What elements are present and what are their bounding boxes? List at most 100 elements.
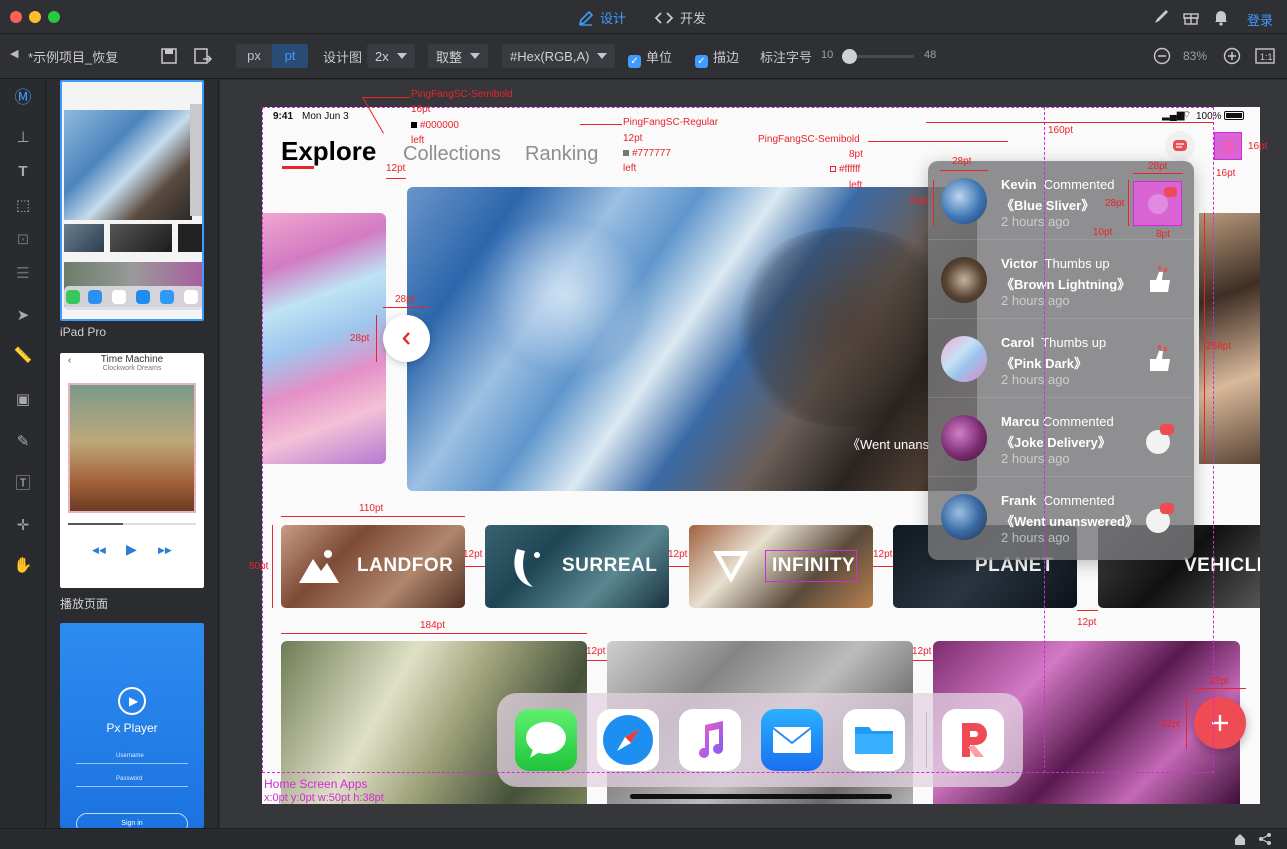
project-name[interactable]: *示例项目_恢复 [28,47,118,66]
font-size-slider[interactable] [842,49,914,64]
cursor-icon[interactable]: ➤ [13,306,33,326]
scale-value: 2x [375,48,389,64]
notification-thumbnail [1133,181,1182,226]
fit-screen-icon[interactable]: 1:1 [1255,47,1275,65]
crosshair-icon[interactable]: ✛ [13,516,33,536]
notification-time: 2 hours ago [1001,293,1070,308]
add-fab-button[interactable] [1194,697,1246,749]
pixso-app[interactable] [942,709,1004,771]
align-icon[interactable]: ⊥ [13,128,33,148]
thumb-dock-app [184,290,198,304]
eyedropper-icon[interactable]: ✎ [13,432,33,452]
envelope-icon [772,727,812,753]
hero-image-main[interactable]: 《Went unans [407,187,977,491]
font-annotation-align: left [849,180,863,191]
measure-label: 160pt [1048,125,1074,136]
music-app[interactable] [679,709,741,771]
thumb-signin-label: Sign in [121,820,143,827]
notification-item[interactable]: Carol Thumbs up 《Pink Dark》 2 hours ago [928,319,1194,398]
measure-line [386,178,406,179]
measure-label: 12pt [586,646,606,657]
carousel-prev-button[interactable] [383,315,430,362]
close-window-button[interactable] [10,11,22,23]
design-label: 设计图 [323,50,363,65]
zoom-out-icon[interactable] [1153,47,1171,65]
tool-rail: Ⓜ ⊥ T ⬚ ⊡ ☰ ➤ 📏 ▣ ✎ 🅃 ✛ ✋ [0,80,46,828]
tab-explore[interactable]: Explore [281,136,376,167]
gift-icon[interactable] [1182,8,1200,26]
messages-app[interactable] [515,709,577,771]
round-select[interactable]: 取整 [428,44,489,68]
save-icon[interactable] [160,47,178,65]
files-app[interactable] [843,709,905,771]
zoom-level: 83% [1183,49,1208,63]
page-thumb-login[interactable]: ▶ Px Player Username Password Sign in [60,623,204,828]
title-bar: 设计 开发 登录 [0,0,1287,34]
minimize-window-button[interactable] [29,11,41,23]
ruler-icon[interactable]: 📏 [13,346,33,366]
scale-select[interactable]: 2x [367,44,415,68]
slider-handle[interactable] [842,49,857,64]
selected-avatar-swatch[interactable] [1214,132,1242,160]
logo-p-icon [962,723,987,757]
guide-line [1044,107,1045,773]
measure-line [1186,697,1187,749]
back-chevron-icon[interactable]: ◀ [10,47,18,60]
notification-time: 2 hours ago [1001,530,1070,545]
brush-icon[interactable] [1152,8,1170,26]
hero-card-right[interactable] [1199,213,1260,464]
mail-app[interactable] [761,709,823,771]
measure-label: 8pt [1156,229,1170,240]
list-icon[interactable]: ☰ [13,264,33,284]
bell-icon[interactable] [1212,8,1230,26]
svg-text:1:1: 1:1 [1260,52,1273,62]
notification-item[interactable]: Marcu Commented 《Joke Delivery》 2 hours … [928,398,1194,477]
unit-pt-button[interactable]: pt [272,44,308,68]
tab-develop[interactable]: 开发 [654,8,706,27]
color-swatch [623,150,629,156]
notification-button[interactable] [1165,131,1195,161]
notification-item[interactable]: Victor Thumbs up 《Brown Lightning》 2 hou… [928,240,1194,319]
hand-icon[interactable]: ✋ [13,556,33,576]
component-icon[interactable]: ⊡ [13,230,33,250]
login-button[interactable]: 登录 [1247,10,1273,29]
category-card-infinity[interactable]: INFINITY [689,525,873,608]
page-thumb-player[interactable]: ‹ Time Machine Clockwork Dreams ◀◀ ▶ ▶▶ [60,353,204,588]
unit-checkbox-label: 单位 [646,50,673,65]
color-format-select[interactable]: #Hex(RGB,A) [502,44,616,68]
unit-px-button[interactable]: px [236,44,272,68]
frame-icon[interactable]: ⬚ [13,196,33,216]
thumb-dock [64,286,202,310]
category-card-surreal[interactable]: SURREAL [485,525,669,608]
thumb-card [178,224,202,252]
tab-collections[interactable]: Collections [403,143,501,166]
slice-icon[interactable]: ▣ [13,390,33,410]
measure-line [669,566,689,567]
leader-line [362,97,410,98]
share-icon[interactable] [1258,832,1272,846]
tab-ranking[interactable]: Ranking [525,143,598,166]
unit-checkbox[interactable]: ✓ 单位 [628,47,672,68]
text-tool-icon[interactable]: T [13,162,33,182]
notification-item[interactable]: Frank Commented 《Went unanswered》 2 hour… [928,477,1194,556]
maximize-window-button[interactable] [48,11,60,23]
zoom-in-icon[interactable] [1223,47,1241,65]
wifi-icon: ⌔ [1182,110,1192,121]
safari-app[interactable] [597,709,659,771]
page-thumb-ipad[interactable] [60,80,204,321]
stroke-checkbox[interactable]: ✓ 描边 [695,47,739,68]
tab-design[interactable]: 设计 [578,8,626,27]
font-size-label: 标注字号 [760,50,813,65]
text-box-icon[interactable]: 🅃 [13,474,33,494]
home-icon[interactable] [1233,832,1247,846]
measure-line [383,307,430,308]
color-format-value: #Hex(RGB,A) [510,48,590,64]
font-annotation-size: 12pt [623,133,643,144]
measure-label: 16pt [1248,141,1268,152]
category-card-landform[interactable]: LANDFOR [281,525,465,608]
home-indicator [630,794,892,799]
measure-label: 10pt [1093,227,1113,238]
export-icon[interactable] [193,47,213,65]
thumb-hero-image [64,110,192,220]
thumb-subtitle: Clockwork Dreams [102,365,162,372]
